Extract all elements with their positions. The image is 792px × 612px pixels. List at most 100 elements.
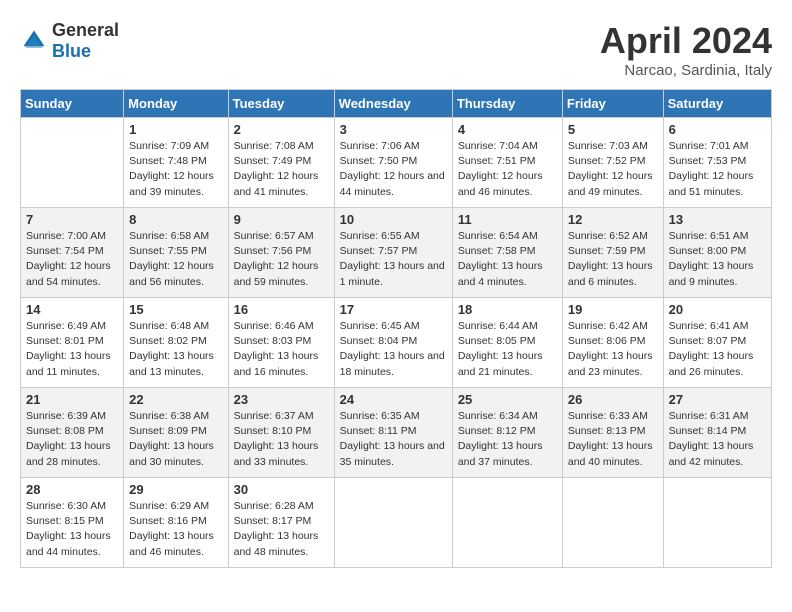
calendar-cell: 2Sunrise: 7:08 AMSunset: 7:49 PMDaylight… [228, 118, 334, 208]
weekday-header-monday: Monday [124, 90, 228, 118]
calendar-cell: 1Sunrise: 7:09 AMSunset: 7:48 PMDaylight… [124, 118, 228, 208]
calendar-cell: 4 Sunrise: 7:04 AMSunset: 7:51 PMDaylight… [452, 118, 562, 208]
day-number: 5 [568, 122, 658, 137]
calendar-cell: 24 Sunrise: 6:35 AMSunset: 8:11 PMDayligh… [334, 388, 452, 478]
calendar-cell: 6Sunrise: 7:01 AMSunset: 7:53 PMDaylight… [663, 118, 771, 208]
week-row-2: 7Sunrise: 7:00 AMSunset: 7:54 PMDaylight… [21, 208, 772, 298]
page-header: General Blue April 2024 Narcao, Sardinia… [20, 20, 772, 79]
calendar-cell: 30 Sunrise: 6:28 AMSunset: 8:17 PMDayligh… [228, 478, 334, 568]
day-number: 14 [26, 302, 118, 317]
weekday-header-tuesday: Tuesday [228, 90, 334, 118]
day-info: Sunrise: 6:37 AMSunset: 8:10 PMDaylight:… [234, 409, 329, 470]
day-info: Sunrise: 6:28 AMSunset: 8:17 PMDaylight:… [234, 499, 329, 560]
day-number: 20 [669, 302, 766, 317]
location-title: Narcao, Sardinia, Italy [600, 62, 772, 79]
day-info: Sunrise: 7:04 AMSunset: 7:51 PMDaylight:… [458, 139, 557, 200]
day-number: 19 [568, 302, 658, 317]
calendar-cell: 18 Sunrise: 6:44 AMSunset: 8:05 PMDayligh… [452, 298, 562, 388]
day-number: 10 [340, 212, 447, 227]
day-number: 17 [340, 302, 447, 317]
day-info: Sunrise: 6:42 AMSunset: 8:06 PMDaylight:… [568, 319, 658, 380]
calendar-cell: 11 Sunrise: 6:54 AMSunset: 7:58 PMDayligh… [452, 208, 562, 298]
calendar-cell: 9 Sunrise: 6:57 AMSunset: 7:56 PMDaylight… [228, 208, 334, 298]
day-info: Sunrise: 7:08 AMSunset: 7:49 PMDaylight:… [234, 139, 329, 200]
calendar-cell: 23 Sunrise: 6:37 AMSunset: 8:10 PMDayligh… [228, 388, 334, 478]
logo: General Blue [20, 20, 119, 62]
day-number: 12 [568, 212, 658, 227]
logo-general: General [52, 20, 119, 40]
calendar-cell [21, 118, 124, 208]
calendar-cell: 28 Sunrise: 6:30 AMSunset: 8:15 PMDayligh… [21, 478, 124, 568]
day-info: Sunrise: 6:49 AMSunset: 8:01 PMDaylight:… [26, 319, 118, 380]
day-info: Sunrise: 6:51 AMSunset: 8:00 PMDaylight:… [669, 229, 766, 290]
day-info: Sunrise: 6:35 AMSunset: 8:11 PMDaylight:… [340, 409, 447, 470]
day-number: 3 [340, 122, 447, 137]
calendar-cell: 25Sunrise: 6:34 AMSunset: 8:12 PMDayligh… [452, 388, 562, 478]
week-row-1: 1Sunrise: 7:09 AMSunset: 7:48 PMDaylight… [21, 118, 772, 208]
weekday-header-saturday: Saturday [663, 90, 771, 118]
day-number: 25 [458, 392, 557, 407]
week-row-5: 28 Sunrise: 6:30 AMSunset: 8:15 PMDayligh… [21, 478, 772, 568]
day-number: 28 [26, 482, 118, 497]
calendar-cell: 12 Sunrise: 6:52 AMSunset: 7:59 PMDayligh… [562, 208, 663, 298]
calendar-cell: 3 Sunrise: 7:06 AMSunset: 7:50 PMDaylight… [334, 118, 452, 208]
day-info: Sunrise: 7:06 AMSunset: 7:50 PMDaylight:… [340, 139, 447, 200]
day-number: 16 [234, 302, 329, 317]
day-number: 18 [458, 302, 557, 317]
calendar-cell: 20 Sunrise: 6:41 AMSunset: 8:07 PMDayligh… [663, 298, 771, 388]
day-info: Sunrise: 6:57 AMSunset: 7:56 PMDaylight:… [234, 229, 329, 290]
calendar-cell [562, 478, 663, 568]
day-number: 9 [234, 212, 329, 227]
calendar-cell [663, 478, 771, 568]
logo-text: General Blue [52, 20, 119, 62]
day-info: Sunrise: 6:30 AMSunset: 8:15 PMDaylight:… [26, 499, 118, 560]
day-number: 29 [129, 482, 222, 497]
weekday-header-sunday: Sunday [21, 90, 124, 118]
calendar-cell: 7Sunrise: 7:00 AMSunset: 7:54 PMDaylight… [21, 208, 124, 298]
calendar-cell [334, 478, 452, 568]
day-number: 11 [458, 212, 557, 227]
day-number: 1 [129, 122, 222, 137]
day-info: Sunrise: 6:39 AMSunset: 8:08 PMDaylight:… [26, 409, 118, 470]
day-info: Sunrise: 6:52 AMSunset: 7:59 PMDaylight:… [568, 229, 658, 290]
calendar-cell: 21 Sunrise: 6:39 AMSunset: 8:08 PMDayligh… [21, 388, 124, 478]
week-row-3: 14 Sunrise: 6:49 AMSunset: 8:01 PMDayligh… [21, 298, 772, 388]
day-info: Sunrise: 6:38 AMSunset: 8:09 PMDaylight:… [129, 409, 222, 470]
calendar-cell: 27 Sunrise: 6:31 AMSunset: 8:14 PMDayligh… [663, 388, 771, 478]
day-number: 24 [340, 392, 447, 407]
day-info: Sunrise: 6:44 AMSunset: 8:05 PMDaylight:… [458, 319, 557, 380]
week-row-4: 21 Sunrise: 6:39 AMSunset: 8:08 PMDayligh… [21, 388, 772, 478]
day-info: Sunrise: 6:41 AMSunset: 8:07 PMDaylight:… [669, 319, 766, 380]
calendar-cell: 19 Sunrise: 6:42 AMSunset: 8:06 PMDayligh… [562, 298, 663, 388]
day-number: 7 [26, 212, 118, 227]
logo-blue: Blue [52, 41, 91, 61]
calendar-cell: 22 Sunrise: 6:38 AMSunset: 8:09 PMDayligh… [124, 388, 228, 478]
calendar-cell: 8Sunrise: 6:58 AMSunset: 7:55 PMDaylight… [124, 208, 228, 298]
calendar-cell: 14 Sunrise: 6:49 AMSunset: 8:01 PMDayligh… [21, 298, 124, 388]
day-info: Sunrise: 6:29 AMSunset: 8:16 PMDaylight:… [129, 499, 222, 560]
calendar-table: SundayMondayTuesdayWednesdayThursdayFrid… [20, 89, 772, 568]
day-number: 23 [234, 392, 329, 407]
day-info: Sunrise: 7:01 AMSunset: 7:53 PMDaylight:… [669, 139, 766, 200]
day-number: 4 [458, 122, 557, 137]
day-info: Sunrise: 6:54 AMSunset: 7:58 PMDaylight:… [458, 229, 557, 290]
month-title: April 2024 [600, 20, 772, 62]
day-number: 27 [669, 392, 766, 407]
day-number: 13 [669, 212, 766, 227]
day-number: 22 [129, 392, 222, 407]
calendar-cell: 16Sunrise: 6:46 AMSunset: 8:03 PMDayligh… [228, 298, 334, 388]
weekday-header-wednesday: Wednesday [334, 90, 452, 118]
day-info: Sunrise: 6:48 AMSunset: 8:02 PMDaylight:… [129, 319, 222, 380]
day-number: 15 [129, 302, 222, 317]
title-block: April 2024 Narcao, Sardinia, Italy [600, 20, 772, 79]
day-number: 30 [234, 482, 329, 497]
calendar-cell: 29 Sunrise: 6:29 AMSunset: 8:16 PMDayligh… [124, 478, 228, 568]
weekday-header-row: SundayMondayTuesdayWednesdayThursdayFrid… [21, 90, 772, 118]
day-info: Sunrise: 6:31 AMSunset: 8:14 PMDaylight:… [669, 409, 766, 470]
day-number: 21 [26, 392, 118, 407]
calendar-cell [452, 478, 562, 568]
weekday-header-friday: Friday [562, 90, 663, 118]
weekday-header-thursday: Thursday [452, 90, 562, 118]
calendar-cell: 10Sunrise: 6:55 AMSunset: 7:57 PMDayligh… [334, 208, 452, 298]
day-number: 8 [129, 212, 222, 227]
